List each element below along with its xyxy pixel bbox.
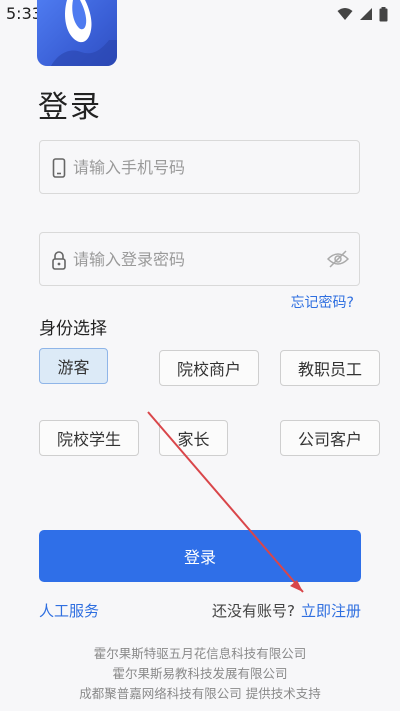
identity-option-merchant[interactable]: 院校商户 bbox=[159, 350, 259, 386]
login-button[interactable]: 登录 bbox=[39, 530, 361, 582]
phone-field[interactable] bbox=[39, 140, 360, 194]
identity-option-company[interactable]: 公司客户 bbox=[280, 420, 380, 456]
signal-icon bbox=[360, 8, 372, 20]
register-row: 还没有账号? 立即注册 bbox=[212, 600, 361, 621]
phone-icon bbox=[52, 158, 66, 178]
footer-line-2: 霍尔果斯易教科技发展有限公司 bbox=[112, 666, 288, 681]
battery-icon bbox=[379, 6, 388, 21]
identity-option-staff[interactable]: 教职员工 bbox=[280, 350, 380, 386]
lock-icon bbox=[52, 251, 66, 270]
password-field[interactable] bbox=[39, 232, 360, 286]
customer-service-link[interactable]: 人工服务 bbox=[39, 600, 99, 621]
register-question: 还没有账号? bbox=[212, 602, 295, 620]
identity-option-student[interactable]: 院校学生 bbox=[39, 420, 139, 456]
footer-line-3: 成都聚普嘉网络科技有限公司 提供技术支持 bbox=[79, 686, 321, 701]
password-input[interactable] bbox=[73, 233, 323, 285]
eye-off-icon[interactable] bbox=[327, 249, 349, 269]
phone-input[interactable] bbox=[73, 141, 323, 193]
wifi-icon bbox=[337, 8, 353, 20]
register-link[interactable]: 立即注册 bbox=[301, 602, 361, 620]
footer-line-1: 霍尔果斯特驱五月花信息科技有限公司 bbox=[93, 646, 307, 661]
identity-option-visitor[interactable]: 游客 bbox=[39, 348, 108, 384]
identity-option-parent[interactable]: 家长 bbox=[159, 420, 228, 456]
app-logo bbox=[37, 0, 117, 66]
page-title: 登录 bbox=[38, 90, 102, 125]
status-icons bbox=[337, 6, 388, 22]
identity-label: 身份选择 bbox=[39, 319, 107, 339]
forgot-password-link[interactable]: 忘记密码? bbox=[291, 292, 354, 312]
